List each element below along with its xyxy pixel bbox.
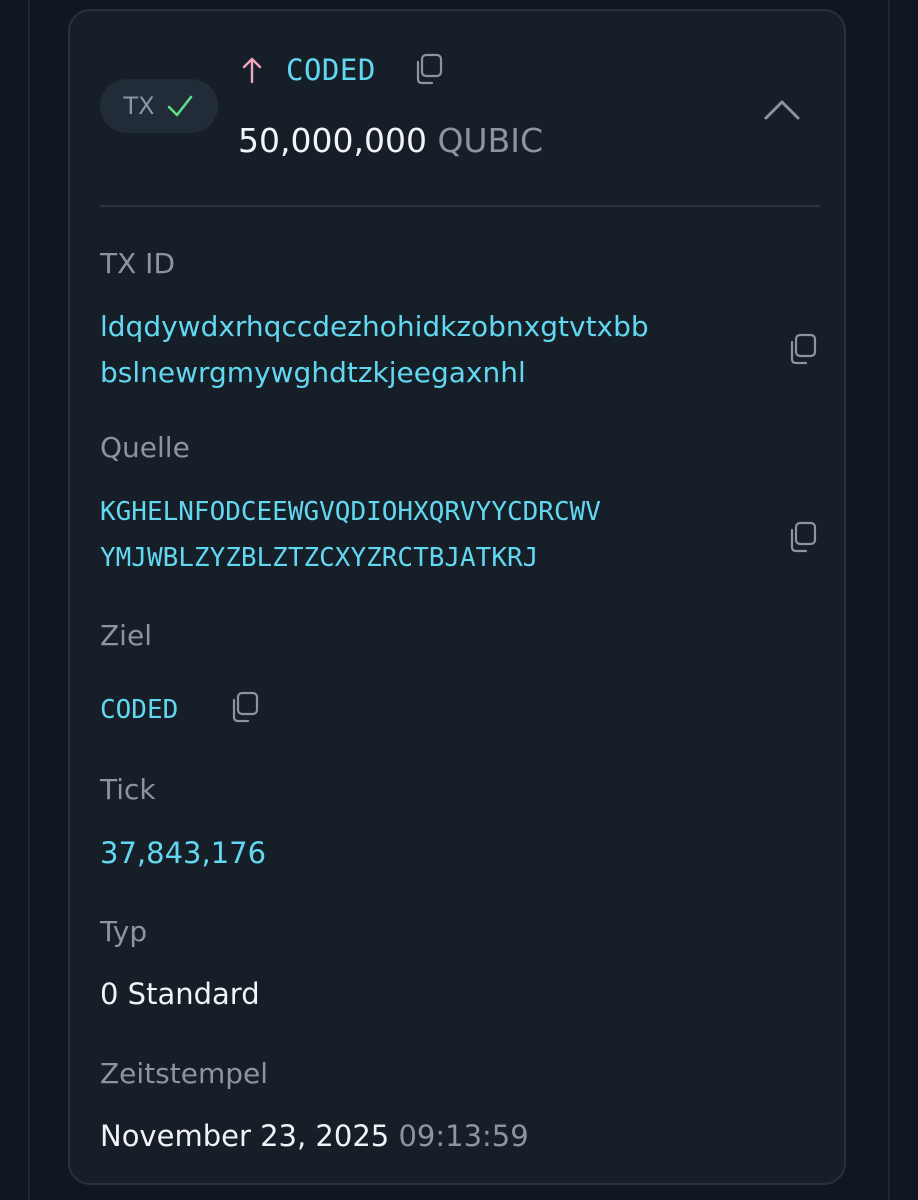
transaction-header[interactable]: TX CODED 50,000,000 QUBIC	[70, 11, 844, 207]
tx-badge-label: TX	[123, 92, 155, 120]
timestamp-date: November 23, 2025	[100, 1119, 390, 1153]
destination-title: CODED	[286, 53, 376, 87]
tx-id-value-line1[interactable]: ldqdywdxrhqccdezhohidkzobnxgtvtxbb	[100, 305, 649, 349]
check-icon	[165, 91, 195, 121]
destination-value[interactable]: CODED	[100, 687, 178, 733]
header-divider	[100, 205, 820, 207]
type-label: Typ	[100, 915, 148, 948]
tx-id-label: TX ID	[100, 247, 176, 280]
amount-unit: QUBIC	[437, 121, 543, 160]
source-address-line2[interactable]: YMJWBLZYZBLZTZCXYZRCTBJATKRJ	[100, 535, 538, 581]
timestamp-time: 09:13:59	[398, 1119, 529, 1153]
chevron-up-icon[interactable]	[760, 93, 804, 127]
copy-icon[interactable]	[410, 51, 446, 87]
copy-icon[interactable]	[784, 519, 820, 555]
destination-label: Ziel	[100, 619, 152, 652]
copy-icon[interactable]	[784, 331, 820, 367]
timestamp-value: November 23, 2025 09:13:59	[100, 1119, 529, 1153]
outer-border-right	[888, 0, 890, 1200]
timestamp-label: Zeitstempel	[100, 1057, 269, 1090]
page: TX CODED 50,000,000 QUBIC TX ID ldqdywdx…	[0, 0, 918, 1200]
type-value: 0 Standard	[100, 977, 260, 1011]
tick-label: Tick	[100, 773, 156, 806]
tx-status-badge: TX	[100, 79, 218, 133]
source-address-line1[interactable]: KGHELNFODCEEWGVQDIOHXQRVYYCDRCWV	[100, 489, 601, 535]
tick-value[interactable]: 37,843,176	[100, 831, 266, 875]
amount-value: 50,000,000	[238, 121, 427, 160]
tx-id-value-line2[interactable]: bslnewrgmywghdtzkjeegaxnhl	[100, 351, 526, 395]
arrow-up-icon	[240, 55, 264, 85]
amount: 50,000,000 QUBIC	[238, 121, 543, 160]
source-label: Quelle	[100, 431, 190, 464]
transaction-card: TX CODED 50,000,000 QUBIC TX ID ldqdywdx…	[68, 9, 846, 1185]
copy-icon[interactable]	[226, 689, 262, 725]
outer-border-left	[28, 0, 30, 1200]
